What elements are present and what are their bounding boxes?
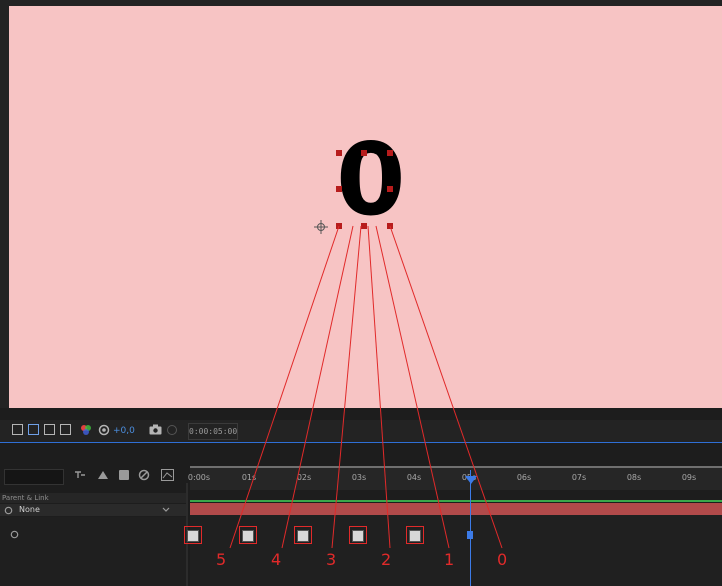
ruler-label: 01s [241,473,257,482]
ruler-label: 08s [626,473,642,482]
annotation-number: 4 [271,550,282,569]
expression-pick-whip-icon[interactable] [10,530,19,539]
annotation-number: 3 [326,550,337,569]
transparency-grid-icon[interactable] [12,424,23,435]
ruler-label: 02s [296,473,312,482]
transform-handle-tl[interactable] [336,150,342,156]
layer-duration-bar[interactable] [190,503,722,515]
ruler-label: 04s [406,473,422,482]
frame-blending-icon[interactable] [138,469,150,481]
chevron-down-icon[interactable] [162,507,170,513]
mask-visibility-icon[interactable] [28,424,39,435]
time-ruler[interactable]: 0:00s 01s 02s 03s 04s 05s 06s 07s 08s 09… [188,468,722,490]
pick-whip-icon[interactable] [4,506,13,515]
current-keyframe-marker [467,531,473,539]
transform-handle-ml[interactable] [336,186,342,192]
keyframe-highlight [406,526,424,544]
keyframe-highlight [349,526,367,544]
color-channels-icon[interactable] [80,424,92,436]
annotation-number: 0 [497,550,508,569]
playhead-handle[interactable] [465,476,477,484]
layer-duration-line [190,500,722,502]
hide-shy-layers-icon[interactable] [118,469,130,481]
transform-handle-mr[interactable] [387,186,393,192]
ruler-label: 0:00s [187,473,211,482]
after-effects-window: 0 +0,0 0:00:05:00 Parent & Link None 0:0… [0,0,722,586]
draft-3d-icon[interactable] [97,470,109,480]
region-of-interest-icon[interactable] [44,424,55,435]
keyframe-highlight [239,526,257,544]
show-snapshot-icon[interactable] [166,424,178,436]
keyframe-highlight [184,526,202,544]
text-layer-digit[interactable]: 0 [336,130,406,230]
composition-toolbar: +0,0 0:00:05:00 [0,420,722,443]
playhead-line[interactable] [470,470,471,586]
ruler-label: 06s [516,473,532,482]
exposure-reset-icon[interactable] [98,424,110,436]
graph-editor-icon[interactable] [161,469,174,481]
annotation-number: 2 [381,550,392,569]
ruler-label: 03s [351,473,367,482]
transform-handle-tr[interactable] [387,150,393,156]
layer-search-input[interactable] [4,469,64,485]
transform-handle-bl[interactable] [336,223,342,229]
grid-guides-icon[interactable] [60,424,71,435]
layer-row-parent[interactable]: None [0,504,186,516]
anchor-point-icon[interactable] [314,220,328,234]
transform-handle-bm[interactable] [361,223,367,229]
current-time-display[interactable]: 0:00:05:00 [188,423,238,440]
ruler-label: 09s [681,473,697,482]
annotation-number: 1 [444,550,455,569]
transform-handle-br[interactable] [387,223,393,229]
parent-value[interactable]: None [19,504,40,516]
keyframe-track[interactable] [190,515,722,586]
composition-viewer: 0 [0,0,722,408]
keyframe-highlight [294,526,312,544]
transform-handle-tm[interactable] [361,150,367,156]
snapshot-camera-icon[interactable] [149,424,162,435]
exposure-value[interactable]: +0,0 [113,424,135,438]
property-row [0,517,186,586]
parent-link-column-header: Parent & Link [0,493,188,503]
comp-mini-flowchart-icon[interactable] [74,470,86,480]
annotation-number: 5 [216,550,227,569]
ruler-label: 07s [571,473,587,482]
